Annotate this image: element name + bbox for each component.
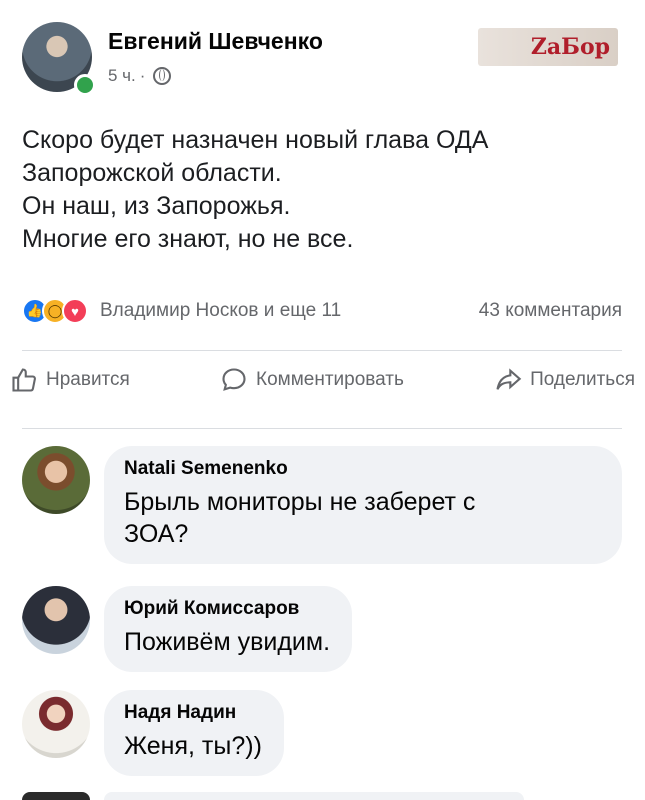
commenter-name[interactable]: Natali Semenenko [124, 458, 600, 480]
love-icon: ♥ [62, 298, 88, 324]
comments-count[interactable]: 43 комментария [479, 300, 622, 322]
post-text-line: Многие его знают, но не все. [22, 225, 354, 253]
post-header: Евгений Шевченко 5 ч. · ZaБор [22, 22, 622, 97]
watermark-text: ZaБор [530, 34, 610, 60]
post-actions: Нравится Комментировать Поделиться [10, 366, 635, 394]
comment-text: ЗОА? [124, 520, 189, 548]
thumbs-up-icon [12, 368, 36, 392]
comment-bubble: Natali Semenenko Брыль мониторы не забер… [104, 446, 622, 564]
watermark-logo: ZaБор [478, 28, 618, 66]
post-text: Скоро будет назначен новый глава ОДА Зап… [22, 124, 488, 256]
divider [22, 350, 622, 351]
reactions-bar: 👍 ◯ ♥ Владимир Носков и еще 11 43 коммен… [22, 294, 622, 328]
globe-icon [153, 67, 172, 85]
share-arrow-icon [496, 368, 522, 390]
comment-button-label: Комментировать [256, 369, 404, 390]
like-button[interactable]: Нравится [10, 366, 130, 394]
comment-item: Natali Semenenko Брыль мониторы не забер… [22, 446, 622, 564]
online-status-indicator [74, 74, 96, 96]
commenter-avatar[interactable] [22, 690, 90, 758]
share-button[interactable]: Поделиться [494, 366, 635, 394]
comment-bubble-icon [222, 368, 246, 391]
reaction-icons[interactable]: 👍 ◯ ♥ [22, 298, 88, 324]
comment-text: Брыль мониторы не заберет с [124, 488, 476, 516]
commenter-name[interactable]: Надя Надин [124, 702, 262, 724]
commenter-name[interactable]: Юрий Комиссаров [124, 598, 330, 620]
next-commenter-avatar-partial [22, 792, 90, 800]
meta-separator: · [139, 66, 146, 85]
comment-bubble: Надя Надин Женя, ты?)) [104, 690, 284, 776]
post-meta: 5 ч. · [108, 66, 172, 86]
reactions-names[interactable]: Владимир Носков и еще 11 [100, 300, 341, 322]
post-author-name[interactable]: Евгений Шевченко [108, 28, 323, 55]
comment-text: Поживём увидим. [124, 628, 331, 656]
comment-button[interactable]: Комментировать [220, 366, 404, 394]
comment-item: Надя Надин Женя, ты?)) [22, 690, 284, 776]
next-comment-bubble-partial [104, 792, 524, 800]
comment-bubble: Юрий Комиссаров Поживём увидим. [104, 586, 353, 672]
share-button-label: Поделиться [530, 369, 635, 390]
post-text-line: Скоро будет назначен новый глава ОДА [22, 126, 489, 154]
post-text-line: Запорожской области. [22, 159, 282, 187]
commenter-avatar[interactable] [22, 586, 90, 654]
like-button-label: Нравится [46, 369, 130, 390]
comment-item: Юрий Комиссаров Поживём увидим. [22, 586, 353, 672]
commenter-avatar[interactable] [22, 446, 90, 514]
post-text-line: Он наш, из Запорожья. [22, 192, 291, 220]
comment-text: Женя, ты?)) [124, 732, 262, 760]
divider [22, 428, 622, 429]
post-time[interactable]: 5 ч. [108, 66, 136, 86]
